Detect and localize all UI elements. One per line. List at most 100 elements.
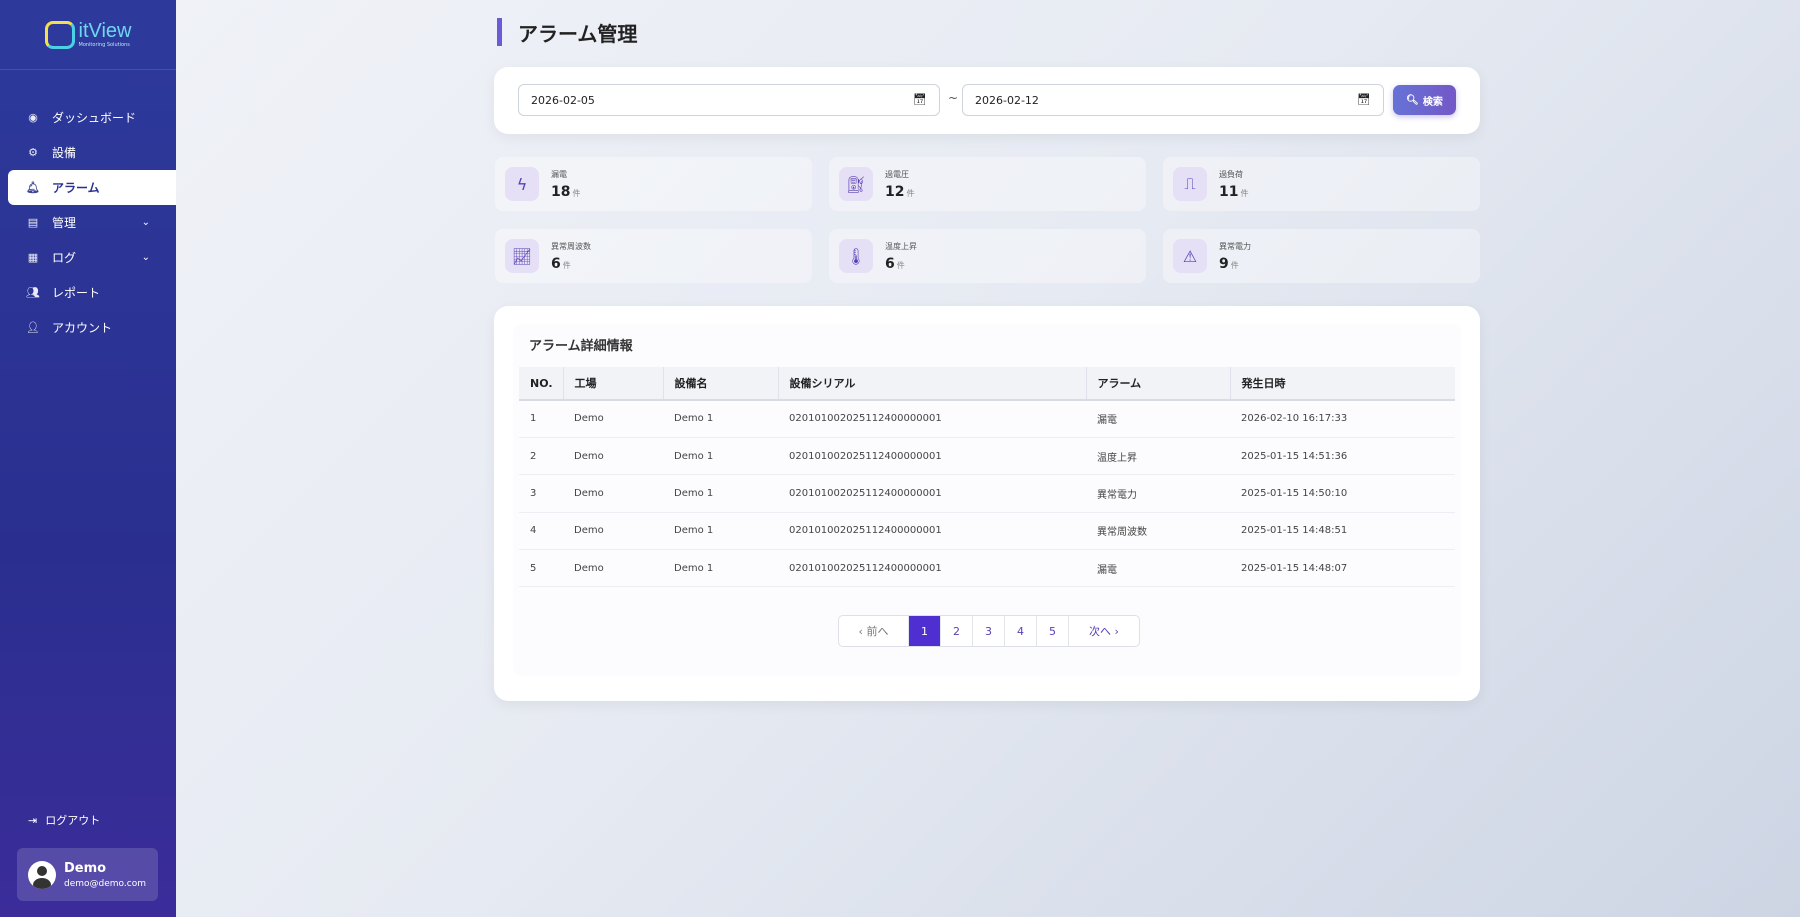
cell-datetime: 2025-01-15 14:51:36 xyxy=(1230,437,1455,476)
gear-icon: ⚙ xyxy=(28,146,38,159)
search-icon: 🔍︎ xyxy=(1406,94,1419,106)
page-button-5[interactable]: 5 xyxy=(1037,616,1069,646)
table-row[interactable]: 3 Demo Demo 1 020101002025112400000001 異… xyxy=(519,474,1455,513)
logo-icon xyxy=(44,20,75,49)
cell-alarm: 漏電 xyxy=(1086,549,1230,588)
cell-factory: Demo xyxy=(563,474,663,513)
logout-button[interactable]: ⇥ ログアウト xyxy=(28,812,100,828)
table-row[interactable]: 4 Demo Demo 1 020101002025112400000001 異… xyxy=(519,512,1455,551)
stat-value: 9 xyxy=(1219,255,1229,272)
table-row[interactable]: 5 Demo Demo 1 020101002025112400000001 漏… xyxy=(519,549,1455,588)
stat-label: 異常周波数 xyxy=(551,241,591,251)
page-button-3[interactable]: 3 xyxy=(973,616,1005,646)
sidebar-item-label: アカウント xyxy=(52,321,113,335)
sidebar-item-account[interactable]: 👤︎ アカウント xyxy=(8,310,176,345)
sidebar-item-label: レポート xyxy=(52,286,101,300)
column-header-serial: 設備シリアル xyxy=(778,367,1087,401)
user-email: demo@demo.com xyxy=(64,878,146,889)
sidebar-item-dashboard[interactable]: ◉ ダッシュボード xyxy=(8,100,176,135)
sidebar-nav: ◉ ダッシュボード ⚙ 設備 🔔︎ アラーム ▤ 管理 ⌄ ▦ ログ ⌄ 👥︎ … xyxy=(0,100,176,345)
chevron-down-icon: ⌄ xyxy=(141,217,150,228)
sidebar-item-alarm[interactable]: 🔔︎ アラーム xyxy=(8,170,176,205)
stat-value: 6 xyxy=(885,255,895,272)
stat-unit: 件 xyxy=(896,260,905,270)
page-button-2[interactable]: 2 xyxy=(941,616,973,646)
sign-out-icon: ⇥ xyxy=(28,813,38,827)
calendar-icon[interactable]: 📅︎ xyxy=(913,93,927,106)
logout-label: ログアウト xyxy=(45,814,101,827)
user-gear-icon: 👤︎ xyxy=(26,321,40,334)
cell-factory: Demo xyxy=(563,512,663,551)
stat-label: 異常電力 xyxy=(1219,241,1251,251)
search-button[interactable]: 🔍︎ 検索 xyxy=(1393,85,1456,115)
cell-alarm: 異常周波数 xyxy=(1086,512,1230,551)
stat-card-abnormal-frequency: 📈︎ 異常周波数 6件 xyxy=(495,229,812,283)
sidebar-item-report[interactable]: 👥︎ レポート xyxy=(8,275,176,310)
date-separator: ~ xyxy=(948,91,959,105)
table-header-row: NO. 工場 設備名 設備シリアル アラーム 発生日時 xyxy=(519,367,1455,401)
dashboard-icon: ◉ xyxy=(28,111,38,124)
logo-title: itView xyxy=(78,20,132,42)
table-row[interactable]: 2 Demo Demo 1 020101002025112400000001 温… xyxy=(519,437,1455,476)
start-date-input[interactable]: 2026-02-05 📅︎ xyxy=(518,84,940,116)
column-header-equipment-name: 設備名 xyxy=(663,367,779,401)
stat-card-overvoltage: ⛽︎ 過電圧 12 件 xyxy=(829,157,1146,211)
sidebar-item-label: 設備 xyxy=(52,146,77,160)
sidebar-item-management[interactable]: ▤ 管理 ⌄ xyxy=(8,205,176,240)
bell-icon: 🔔︎ xyxy=(26,181,40,194)
cell-datetime: 2025-01-15 14:48:51 xyxy=(1230,512,1455,551)
stat-value: 12 xyxy=(885,183,905,200)
cell-no: 1 xyxy=(519,400,563,438)
wave-square-icon: ⎍ xyxy=(1173,167,1207,201)
stat-unit: 件 xyxy=(1230,260,1239,270)
page-title: アラーム管理 xyxy=(497,18,637,46)
thermometer-icon: 🌡︎ xyxy=(839,239,873,273)
logo[interactable]: itView Monitoring Solutions xyxy=(0,0,176,70)
calendar-icon: ▦ xyxy=(27,251,39,264)
chevron-down-icon: ⌄ xyxy=(141,252,150,263)
cell-alarm: 漏電 xyxy=(1086,400,1230,438)
start-date-value: 2026-02-05 xyxy=(531,93,595,107)
sidebar-item-log[interactable]: ▦ ログ ⌄ xyxy=(8,240,176,275)
stat-value: 6 xyxy=(551,255,561,272)
cell-equipment-name: Demo 1 xyxy=(663,512,778,551)
stat-label: 過電圧 xyxy=(885,169,909,179)
sidebar-item-label: アラーム xyxy=(52,181,100,195)
calendar-icon[interactable]: 📅︎ xyxy=(1357,93,1371,106)
cell-alarm: 温度上昇 xyxy=(1086,437,1230,476)
prev-page-button[interactable]: ‹ 前へ xyxy=(839,616,909,646)
page-button-4[interactable]: 4 xyxy=(1005,616,1037,646)
cell-factory: Demo xyxy=(563,437,663,476)
cell-equipment-name: Demo 1 xyxy=(663,437,778,476)
warning-icon: ⚠ xyxy=(1173,239,1207,273)
stat-unit: 件 xyxy=(906,188,915,198)
avatar xyxy=(28,860,56,889)
book-icon: ▤ xyxy=(27,216,39,229)
chart-line-icon: 📈︎ xyxy=(505,239,539,273)
table-row[interactable]: 1 Demo Demo 1 020101002025112400000001 漏… xyxy=(519,400,1455,438)
cell-datetime: 2025-01-15 14:48:07 xyxy=(1230,549,1455,588)
sidebar-item-equipment[interactable]: ⚙ 設備 xyxy=(8,135,176,170)
sidebar-item-label: ログ xyxy=(52,251,77,265)
cell-no: 4 xyxy=(519,512,563,551)
bolt-icon: ϟ xyxy=(505,167,539,201)
sidebar-item-label: ダッシュボード xyxy=(52,111,137,125)
stat-label: 温度上昇 xyxy=(885,241,917,251)
stat-card-abnormal-power: ⚠ 異常電力 9件 xyxy=(1163,229,1480,283)
users-icon: 👥︎ xyxy=(26,286,40,299)
cell-serial: 020101002025112400000001 xyxy=(778,549,1086,588)
cell-factory: Demo xyxy=(563,549,663,588)
stat-unit: 件 xyxy=(562,260,571,270)
cell-alarm: 異常電力 xyxy=(1086,474,1230,513)
end-date-value: 2026-02-12 xyxy=(975,93,1039,107)
cell-no: 5 xyxy=(519,549,563,588)
column-header-no: NO. xyxy=(519,367,564,401)
end-date-input[interactable]: 2026-02-12 📅︎ xyxy=(962,84,1384,116)
alarm-detail-card: アラーム詳細情報 NO. 工場 設備名 設備シリアル アラーム 発生日時 1 D… xyxy=(494,306,1480,701)
next-page-button[interactable]: 次へ › xyxy=(1069,616,1139,646)
chevron-right-icon: › xyxy=(1114,624,1119,638)
user-card[interactable]: Demo demo@demo.com xyxy=(17,848,158,901)
cell-equipment-name: Demo 1 xyxy=(663,474,778,513)
column-header-alarm: アラーム xyxy=(1086,367,1231,401)
page-button-1[interactable]: 1 xyxy=(909,616,941,646)
